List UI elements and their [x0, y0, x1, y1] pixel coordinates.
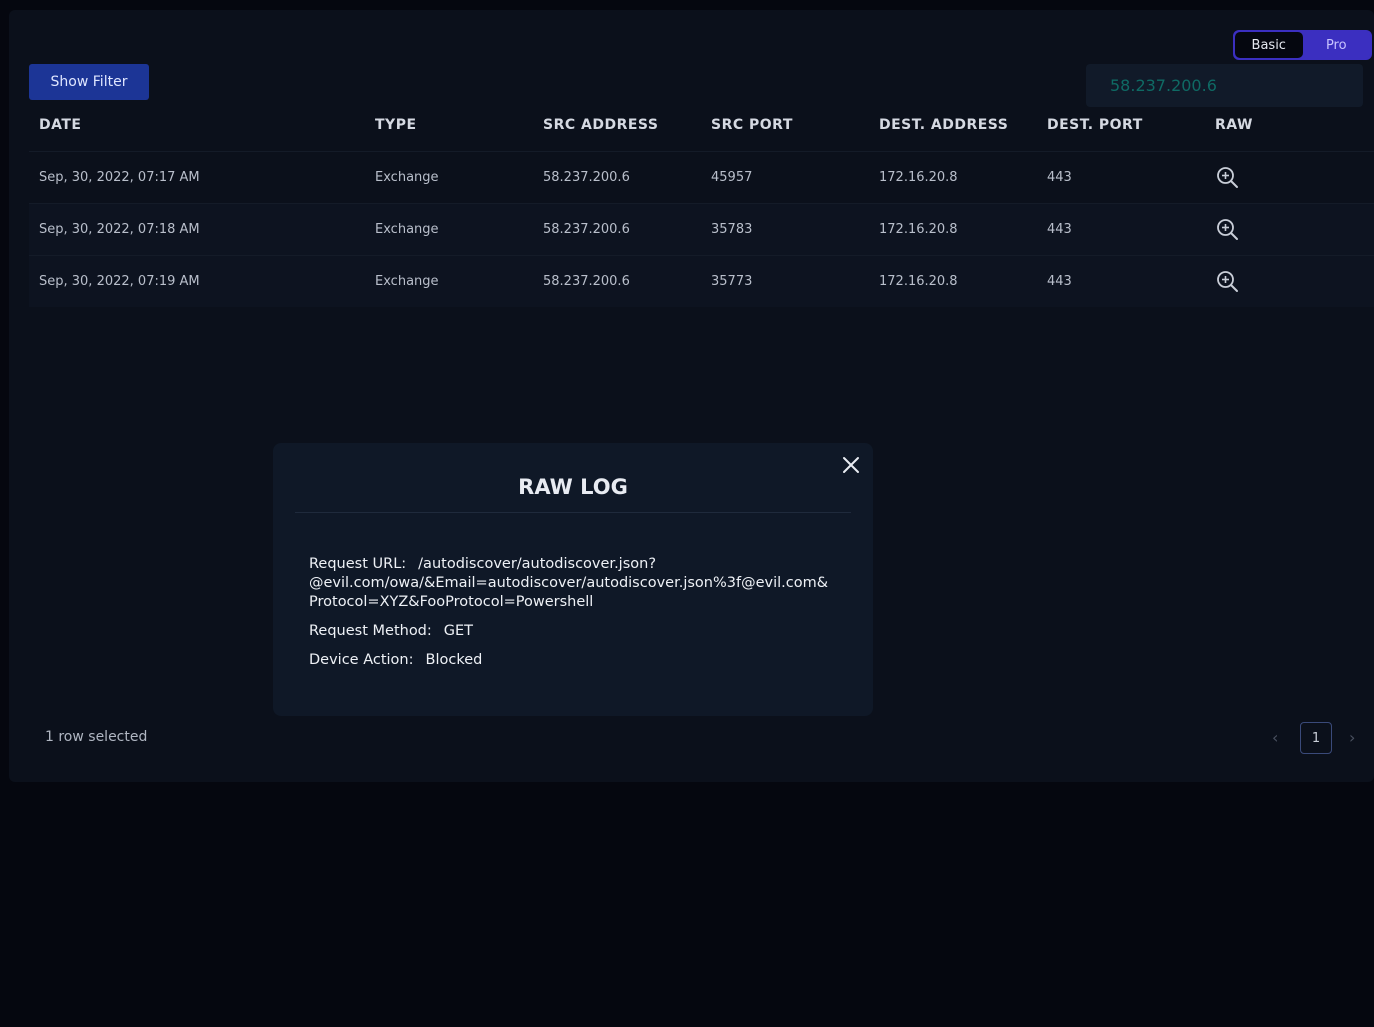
cell-type: Exchange	[375, 274, 439, 289]
zoom-in-icon[interactable]	[1215, 269, 1239, 293]
modal-title: RAW LOG	[518, 475, 628, 499]
column-header-date[interactable]: DATE	[39, 117, 81, 133]
cell-src-address: 58.237.200.6	[543, 274, 630, 289]
cell-date: Sep, 30, 2022, 07:19 AM	[39, 274, 200, 289]
request-url-value-line3: Protocol=XYZ&FooProtocol=Powershell	[309, 594, 594, 610]
selection-count: 1 row selected	[45, 729, 148, 745]
request-url-line: Request URL: /autodiscover/autodiscover.j…	[309, 555, 656, 574]
modal-divider	[295, 512, 851, 513]
column-header-src-port[interactable]: SRC PORT	[711, 117, 793, 133]
cell-type: Exchange	[375, 170, 439, 185]
show-filter-button[interactable]: Show Filter	[29, 64, 149, 100]
cell-dest-address: 172.16.20.8	[879, 222, 958, 237]
request-method-label: Request Method:	[309, 623, 432, 639]
cell-src-address: 58.237.200.6	[543, 222, 630, 237]
device-action-label: Device Action:	[309, 652, 414, 668]
request-url-value-line2: @evil.com/owa/&Email=autodiscover/autodi…	[309, 575, 829, 591]
chevron-left-icon[interactable]: ‹	[1272, 728, 1278, 747]
table-row[interactable]: Sep, 30, 2022, 07:18 AM Exchange 58.237.…	[29, 203, 1374, 255]
search-input[interactable]: 58.237.200.6	[1086, 64, 1363, 107]
zoom-in-icon[interactable]	[1215, 165, 1239, 189]
cell-src-address: 58.237.200.6	[543, 170, 630, 185]
cell-src-port: 45957	[711, 170, 753, 185]
column-header-raw: RAW	[1215, 117, 1253, 133]
request-method-line: Request Method: GET	[309, 622, 473, 641]
cell-src-port: 35773	[711, 274, 753, 289]
cell-dest-port: 443	[1047, 222, 1072, 237]
cell-date: Sep, 30, 2022, 07:17 AM	[39, 170, 200, 185]
cell-dest-port: 443	[1047, 170, 1072, 185]
cell-dest-port: 443	[1047, 274, 1072, 289]
column-header-dest-address[interactable]: DEST. ADDRESS	[879, 117, 1008, 133]
column-header-src-address[interactable]: SRC ADDRESS	[543, 117, 658, 133]
request-url-value-line1: /autodiscover/autodiscover.json?	[418, 556, 657, 572]
cell-dest-address: 172.16.20.8	[879, 274, 958, 289]
chevron-right-icon[interactable]: ›	[1349, 728, 1355, 747]
mode-toggle: Basic Pro	[1233, 30, 1372, 60]
cell-type: Exchange	[375, 222, 439, 237]
column-header-type[interactable]: TYPE	[375, 117, 417, 133]
table-row[interactable]: Sep, 30, 2022, 07:17 AM Exchange 58.237.…	[29, 151, 1374, 203]
cell-src-port: 35783	[711, 222, 753, 237]
cell-dest-address: 172.16.20.8	[879, 170, 958, 185]
zoom-in-icon[interactable]	[1215, 217, 1239, 241]
pagination-page-button[interactable]: 1	[1300, 722, 1332, 754]
device-action-value: Blocked	[425, 652, 483, 668]
pro-mode-button[interactable]: Pro	[1303, 32, 1371, 58]
column-header-dest-port[interactable]: DEST. PORT	[1047, 117, 1143, 133]
request-url-label: Request URL:	[309, 556, 407, 572]
close-icon[interactable]	[841, 455, 861, 475]
device-action-line: Device Action: Blocked	[309, 651, 482, 670]
cell-date: Sep, 30, 2022, 07:18 AM	[39, 222, 200, 237]
basic-mode-button[interactable]: Basic	[1235, 32, 1303, 58]
raw-log-modal: RAW LOG Request URL: /autodiscover/autodi…	[273, 443, 873, 716]
request-method-value: GET	[443, 623, 474, 639]
table-row[interactable]: Sep, 30, 2022, 07:19 AM Exchange 58.237.…	[29, 255, 1374, 307]
